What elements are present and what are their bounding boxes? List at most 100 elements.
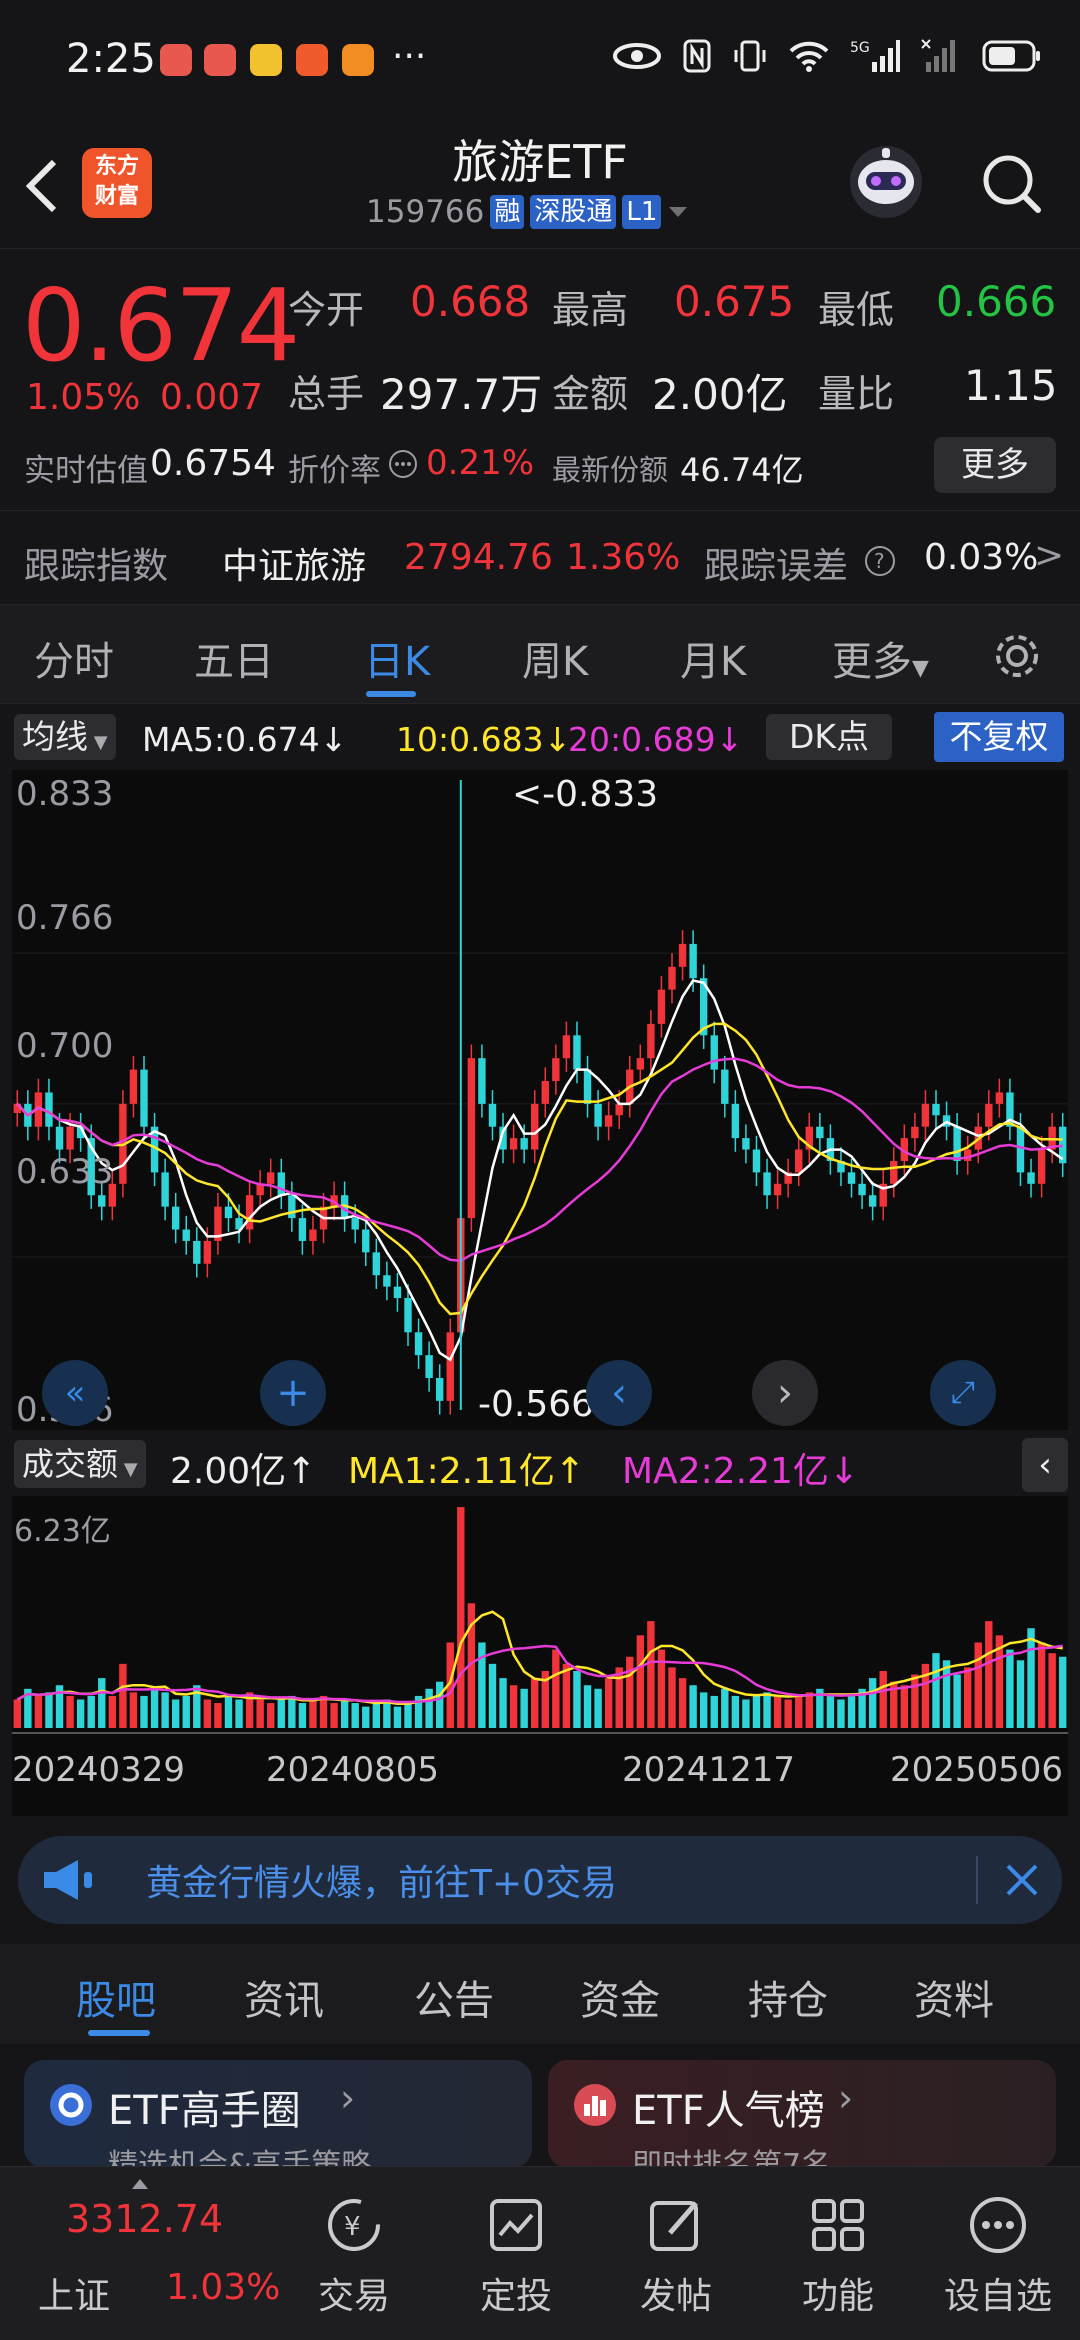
nav-post[interactable]: 发帖 [616,2267,736,2319]
volume-bar [847,1695,856,1728]
volume-bar [309,1699,317,1728]
nav-auto-invest[interactable]: 定投 [456,2267,576,2319]
tab-funds[interactable]: 资金 [580,1968,660,2026]
candle-body [161,1172,169,1207]
promo-banner[interactable]: 黄金行情火爆，前往T+0交易 [18,1836,1062,1924]
x-tick-label: 20240805 [266,1750,440,1790]
candlestick-chart[interactable]: 0.833 0.766 0.700 0.633 0.566 <-0.833 -0… [12,770,1068,1430]
divider [976,1856,978,1904]
candle-body [985,1103,993,1127]
candle-body [911,1126,919,1139]
high-value: 0.675 [674,277,795,326]
volume-bar [1048,1653,1056,1728]
scroll-left-button[interactable]: « [42,1360,108,1426]
ma-selector-button[interactable]: 均线 ▼ [14,714,116,760]
etf-expert-card[interactable]: ETF高手圈 › 精选机会&高手策略 [24,2060,532,2168]
tab-announcements[interactable]: 公告 [414,1968,494,2026]
fullscreen-button[interactable]: ⤢ [930,1360,996,1426]
candle-body [446,1332,454,1401]
nav-watchlist-settings[interactable]: 设自选 [938,2267,1058,2319]
volume-bar [499,1678,507,1728]
candle-body [531,1103,539,1150]
search-button[interactable] [980,152,1044,216]
volume-bar [372,1703,381,1728]
tab-weekly-k[interactable]: 周K [522,629,588,687]
min-price-label: -0.566 [478,1384,595,1425]
candle-body [752,1149,761,1173]
volume-bar [953,1674,961,1728]
bar-chart-icon [574,2084,616,2126]
tab-monthly-k[interactable]: 月K [680,629,746,687]
volume-bar [119,1663,127,1728]
volume-bar [826,1695,835,1728]
prev-button[interactable]: ‹ [586,1360,652,1426]
candle-body [963,1149,972,1161]
volume-bar [108,1695,117,1728]
volume-bar [182,1695,190,1728]
tab-more[interactable]: 更多▼ [832,629,929,687]
volume-bar [351,1703,359,1728]
market-index-value[interactable]: 3312.74 [66,2197,223,2241]
gear-icon[interactable] [990,629,1044,683]
tab-guba[interactable]: 股吧 [76,1968,156,2026]
volume-bar [214,1703,222,1728]
tracking-index-value: 2794.76 [404,537,553,578]
tab-holdings[interactable]: 持仓 [748,1968,828,2026]
tab-intraday[interactable]: 分时 [34,629,114,687]
candle-body [478,1058,486,1104]
x-tick-label: 20240329 [12,1750,186,1790]
app-notification-icon [160,44,192,76]
nav-functions[interactable]: 功能 [778,2267,898,2319]
info-dots-icon[interactable] [388,449,418,479]
volume-bar [531,1678,539,1728]
tab-profile[interactable]: 资料 [914,1968,994,2026]
more-button[interactable]: 更多 [934,437,1056,493]
volume-chart[interactable]: 6.23亿 [12,1496,1068,1732]
volume-bar [404,1703,412,1728]
volume-bar [795,1695,803,1728]
collapse-button[interactable]: ‹ [1022,1438,1068,1492]
volume-bar [435,1681,444,1728]
next-button[interactable]: › [752,1360,818,1426]
volume-bar [203,1699,212,1728]
volume-bar [1027,1628,1035,1728]
volume-bar [298,1703,307,1728]
tracking-index-row[interactable]: 跟踪指数 中证旅游 2794.76 1.36% 跟踪误差 ? 0.03% > [0,510,1080,604]
candle-body [193,1240,201,1264]
candle-body [541,1081,549,1104]
tab-daily-k[interactable]: 日K [364,629,430,687]
volume-selector-button[interactable]: 成交额 ▼ [14,1440,146,1488]
volume-bar [573,1670,581,1728]
adjust-mode-button[interactable]: 不复权 [934,712,1064,762]
volume-bar [594,1688,602,1728]
volume-bar [710,1695,718,1728]
assistant-robot-icon[interactable] [846,142,926,222]
volume-bar [277,1699,285,1728]
volume-bar [1059,1656,1067,1728]
dk-point-button[interactable]: DK点 [766,714,892,760]
volume-bar [140,1695,148,1728]
candle-body [710,1035,718,1070]
candle-body [932,1103,940,1116]
svg-text:?: ? [874,549,885,573]
candle-body [773,1183,782,1196]
nav-trade[interactable]: 交易 [294,2267,414,2319]
etf-popularity-card[interactable]: ETF人气榜 › 即时排名第7名 [548,2060,1056,2168]
volume-bar [963,1667,972,1728]
tab-five-day[interactable]: 五日 [194,629,274,687]
volume-bar [868,1678,877,1728]
candle-body [277,1172,285,1196]
candle-body [858,1183,866,1196]
candle-body [309,1229,317,1241]
open-value: 0.668 [410,277,531,326]
zoom-in-button[interactable]: + [260,1360,326,1426]
tab-news[interactable]: 资讯 [244,1968,324,2026]
dropdown-icon: ▼ [912,656,929,681]
candle-body [995,1092,1004,1104]
close-icon[interactable] [1002,1860,1042,1900]
volume-ma1: MA1:2.11亿↑ [348,1451,586,1492]
candle-body [393,1286,402,1299]
help-icon[interactable]: ? [864,545,896,577]
candle-body [668,966,676,990]
stock-code-line[interactable]: 159766 融 深股通 L1 [366,194,689,230]
